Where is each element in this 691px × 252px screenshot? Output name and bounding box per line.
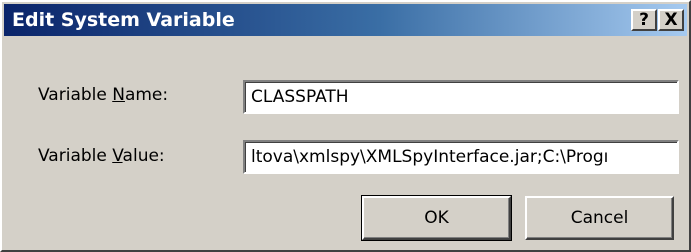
edit-system-variable-dialog: Edit System Variable ? X Variable Name: … (0, 0, 691, 252)
variable-name-input[interactable]: CLASSPATH (243, 80, 679, 114)
help-icon: ? (639, 9, 649, 30)
name-accesskey: N (112, 85, 125, 105)
ok-button-label: OK (424, 208, 449, 228)
variable-value-label: Variable Value: (38, 146, 165, 166)
cancel-button[interactable]: Cancel (525, 196, 674, 240)
variable-value-input[interactable]: ltova\xmlspy\XMLSpyInterface.jar;C:\Prog… (243, 140, 679, 174)
value-accesskey: V (112, 146, 123, 166)
help-button[interactable]: ? (631, 9, 657, 31)
ok-button[interactable]: OK (361, 195, 512, 241)
variable-name-label: Variable Name: (38, 85, 169, 105)
close-button[interactable]: X (658, 9, 684, 31)
close-icon: X (664, 9, 678, 30)
title-bar[interactable]: Edit System Variable ? X (4, 4, 687, 36)
cancel-button-label: Cancel (570, 208, 629, 228)
window-title: Edit System Variable (12, 9, 235, 31)
